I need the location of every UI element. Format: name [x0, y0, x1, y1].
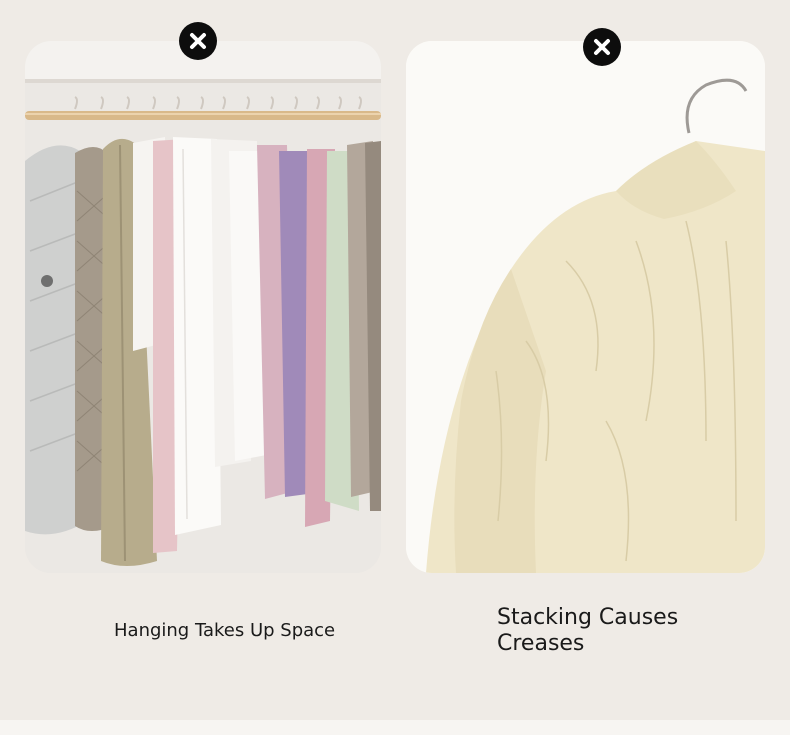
caption-stacking: Stacking Causes Creases	[497, 605, 679, 656]
shirt-illustration	[406, 41, 765, 573]
wardrobe-illustration	[25, 41, 381, 573]
bottom-strip	[0, 720, 790, 735]
creased-shirt-photo	[406, 41, 765, 573]
close-icon	[179, 22, 217, 60]
hanging-clothes-photo	[25, 41, 381, 573]
caption-hanging: Hanging Takes Up Space	[114, 620, 336, 641]
close-icon	[583, 28, 621, 66]
